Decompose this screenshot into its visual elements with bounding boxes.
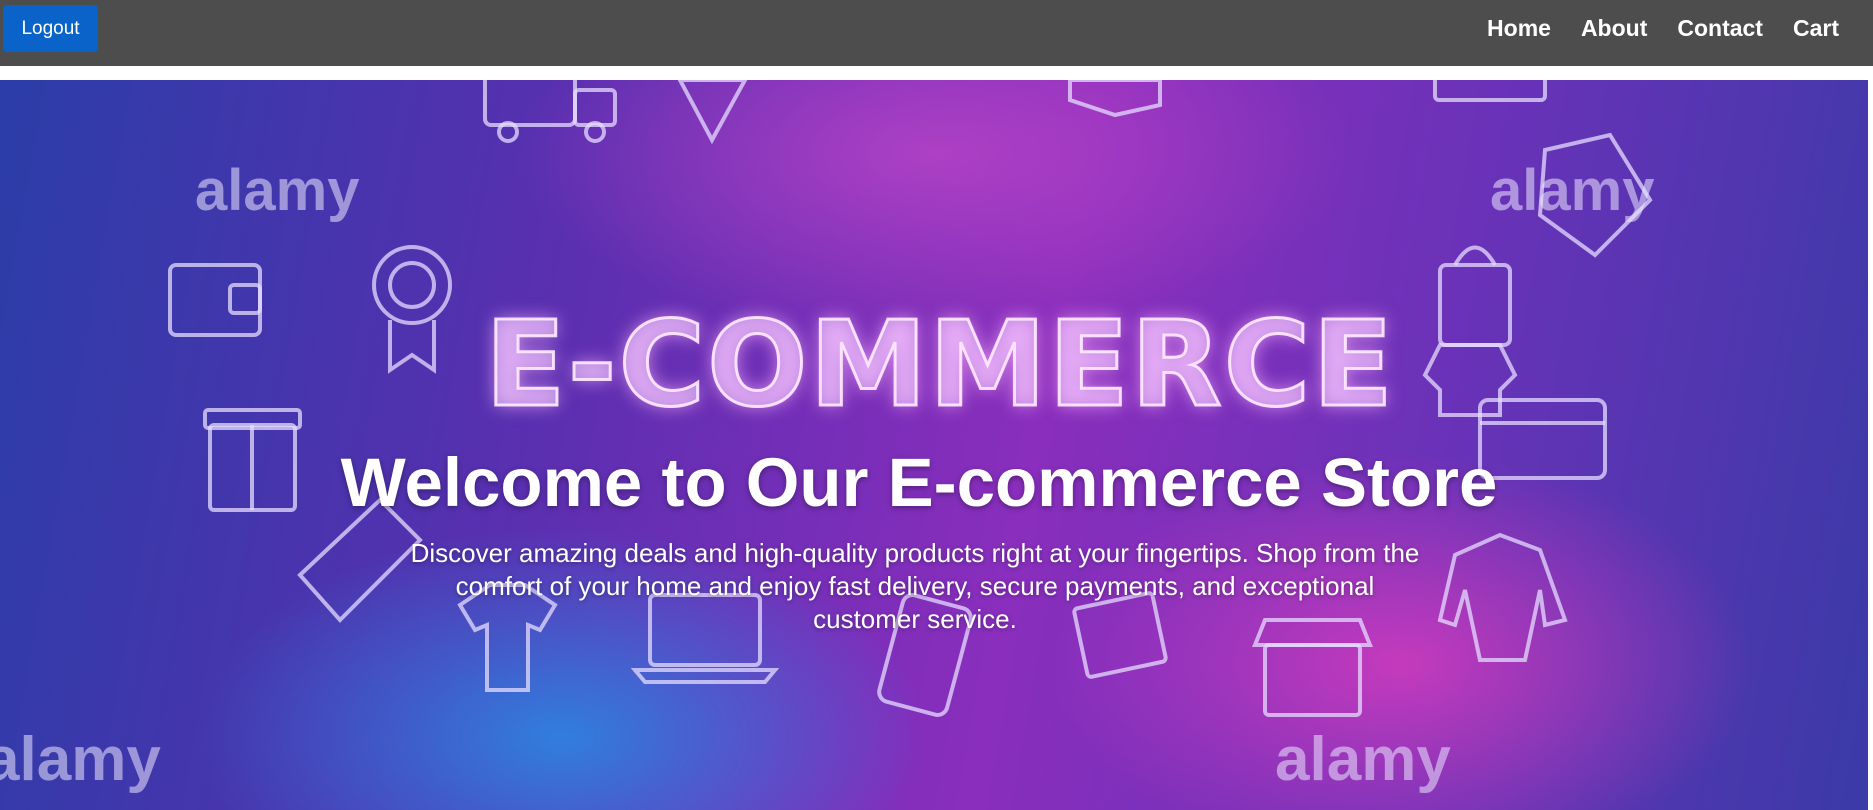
page-edge (1868, 66, 1873, 810)
watermark-text: alamy (1275, 725, 1451, 794)
shopping-bag-icon (1438, 245, 1512, 347)
jacket-icon (1437, 532, 1568, 662)
watermark-text: alamy (195, 158, 359, 223)
hero-section: alamy alamy alamy alamy E-COMMERCE Welco… (0, 80, 1868, 810)
ecommerce-banner-word: E-COMMERCE (483, 294, 1395, 435)
nav-link-contact[interactable]: Contact (1677, 12, 1763, 44)
shirt-icon-2 (1422, 343, 1518, 417)
box-icon (1068, 80, 1162, 118)
nav-link-home[interactable]: Home (1487, 12, 1551, 44)
nav-link-cart[interactable]: Cart (1793, 12, 1839, 44)
logout-button[interactable]: Logout (3, 5, 98, 52)
location-pin-icon (677, 80, 748, 145)
watermark-text: alamy (0, 725, 161, 794)
cart-icon (1433, 80, 1547, 102)
navbar-divider (0, 66, 1873, 80)
watermark-text: alamy (1490, 158, 1654, 223)
nav-link-about[interactable]: About (1581, 12, 1647, 44)
nav-links: Home About Contact Cart (1457, 12, 1839, 44)
top-navbar: Logout Home About Contact Cart (0, 0, 1873, 66)
hero-description: Discover amazing deals and high-quality … (410, 538, 1420, 634)
hero-title: Welcome to Our E-commerce Store (340, 444, 1498, 521)
truck-icon (483, 80, 617, 143)
wallet-icon (168, 263, 262, 337)
award-icon (372, 245, 452, 374)
